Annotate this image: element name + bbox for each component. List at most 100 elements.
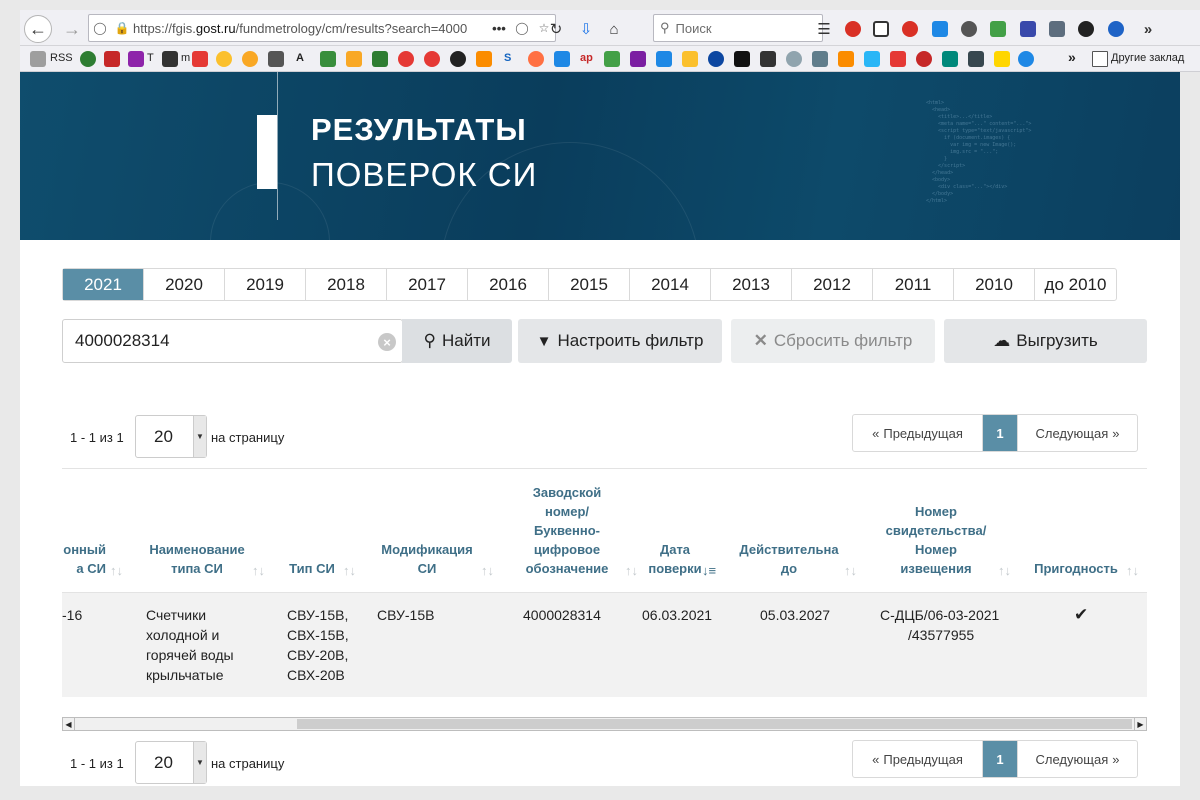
bookmark-icon[interactable]	[528, 51, 544, 67]
forward-button[interactable]: →	[58, 15, 86, 43]
tab-year-before-2010[interactable]: до 2010	[1035, 269, 1116, 300]
scrollbar-thumb[interactable]	[297, 719, 1132, 729]
chevron-down-icon[interactable]: ▼	[193, 416, 206, 457]
bookmark-icon[interactable]	[708, 51, 724, 67]
adblock-icon[interactable]	[902, 21, 918, 37]
bookmark-ap[interactable]: ap	[580, 52, 593, 64]
col-header-type-name[interactable]: Наименование типа СИ	[142, 540, 252, 578]
search-input-value[interactable]: 4000028314	[75, 331, 170, 351]
bookmark-icon[interactable]	[398, 51, 414, 67]
sort-icon[interactable]: ↑↓	[343, 563, 356, 578]
tab-year-2012[interactable]: 2012	[792, 269, 873, 300]
bookmark-icon[interactable]	[994, 51, 1010, 67]
bookmark-icon[interactable]	[80, 51, 96, 67]
bookmark-icon[interactable]	[268, 51, 284, 67]
bookmark-icon[interactable]	[734, 51, 750, 67]
tab-year-2010[interactable]: 2010	[954, 269, 1035, 300]
tab-year-2020[interactable]: 2020	[144, 269, 225, 300]
horizontal-scrollbar[interactable]: ◀ ▶	[62, 717, 1147, 731]
bookmark-icon[interactable]	[372, 51, 388, 67]
clear-search-icon[interactable]: ×	[378, 333, 396, 351]
bookmark-icon[interactable]	[812, 51, 828, 67]
scroll-left-icon[interactable]: ◀	[63, 718, 75, 730]
bookmark-icon[interactable]	[242, 51, 258, 67]
extension-icon[interactable]	[845, 21, 861, 37]
extension-icon[interactable]	[990, 21, 1006, 37]
bookmark-icon[interactable]	[162, 51, 178, 67]
tab-year-2018[interactable]: 2018	[306, 269, 387, 300]
tab-year-2015[interactable]: 2015	[549, 269, 630, 300]
export-button[interactable]: ☁ Выгрузить	[944, 319, 1147, 363]
search-input[interactable]: 4000028314 ×	[62, 319, 403, 363]
tab-year-2017[interactable]: 2017	[387, 269, 468, 300]
account-icon[interactable]	[1078, 21, 1094, 37]
sort-icon[interactable]: ↑↓	[110, 563, 123, 578]
col-header-serial-number[interactable]: Заводской номер/ Буквенно- цифровое обоз…	[514, 483, 620, 578]
extension-icon[interactable]	[1049, 21, 1065, 37]
shield-icon[interactable]: ◯	[89, 21, 111, 35]
bookmark-icon[interactable]	[1018, 51, 1034, 67]
tab-year-2014[interactable]: 2014	[630, 269, 711, 300]
bookmark-icon[interactable]	[682, 51, 698, 67]
tab-year-2021[interactable]: 2021	[63, 269, 144, 300]
sort-icon[interactable]: ↑↓	[252, 563, 265, 578]
overflow-menu-icon[interactable]: »	[1138, 19, 1158, 39]
sort-icon[interactable]: ↑↓	[1126, 563, 1139, 578]
find-button[interactable]: ⚲ Найти	[402, 319, 512, 363]
chevron-down-icon[interactable]: ▼	[193, 742, 206, 783]
bookmark-icon[interactable]	[864, 51, 880, 67]
bookmark-icon[interactable]	[630, 51, 646, 67]
sort-icon[interactable]: ↑↓	[625, 563, 638, 578]
bookmark-a[interactable]: A	[296, 52, 304, 64]
sort-icon[interactable]: ↑↓	[844, 563, 857, 578]
extension-icon[interactable]	[1020, 21, 1036, 37]
prev-page-button[interactable]: «Предыдущая	[853, 741, 983, 777]
library-icon[interactable]: ☰	[814, 19, 834, 39]
extension-icon[interactable]	[1108, 21, 1124, 37]
bookmark-icon[interactable]	[656, 51, 672, 67]
bookmark-other[interactable]: Другие заклад	[1111, 52, 1184, 64]
col-header-type[interactable]: Тип СИ	[282, 559, 342, 578]
folder-icon[interactable]	[30, 51, 46, 67]
bookmark-icon[interactable]	[916, 51, 932, 67]
col-header-reg-number[interactable]: онный а СИ	[62, 540, 106, 578]
bookmark-icon[interactable]	[128, 51, 144, 67]
lock-icon[interactable]: 🔒	[111, 21, 133, 35]
download-icon[interactable]: ⇩	[576, 19, 596, 39]
bookmark-icon[interactable]	[216, 51, 232, 67]
bookmark-icon[interactable]	[192, 51, 208, 67]
col-header-modification[interactable]: Модификация СИ	[374, 540, 480, 578]
sort-icon[interactable]: ↑↓	[998, 563, 1011, 578]
col-header-certificate-number[interactable]: Номер свидетельства/ Номер извещения	[874, 502, 998, 578]
page-number-button[interactable]: 1	[983, 741, 1017, 777]
pocket-icon[interactable]: ◯	[511, 21, 533, 35]
bookmark-icon[interactable]	[838, 51, 854, 67]
cell-certificate-number[interactable]: С-ДЦБ/06-03-2021 /43577955	[880, 605, 999, 645]
sort-desc-icon[interactable]: ↓≡	[702, 563, 716, 578]
browser-search-input[interactable]: ⚲ Поиск	[653, 14, 823, 42]
bookmark-t[interactable]: T	[147, 52, 154, 64]
extension-icon[interactable]	[961, 21, 977, 37]
scroll-right-icon[interactable]: ▶	[1134, 718, 1146, 730]
bookmark-icon[interactable]	[760, 51, 776, 67]
bookmark-icon[interactable]	[604, 51, 620, 67]
reload-icon[interactable]: ↻	[546, 19, 566, 39]
col-header-verification-date[interactable]: Дата поверки	[644, 540, 706, 578]
reader-icon[interactable]	[873, 21, 889, 37]
configure-filter-button[interactable]: ▼ Настроить фильтр	[518, 319, 722, 363]
per-page-select[interactable]: 20 ▼	[135, 415, 207, 458]
bookmark-icon[interactable]	[424, 51, 440, 67]
globe-icon[interactable]	[450, 51, 466, 67]
table-row[interactable]: -16 Счетчики холодной и горячей воды кры…	[62, 593, 1147, 697]
home-icon[interactable]: ⌂	[604, 19, 624, 39]
per-page-select-bottom[interactable]: 20 ▼	[135, 741, 207, 784]
sort-icon[interactable]: ↑↓	[481, 563, 494, 578]
folder-icon[interactable]	[1092, 51, 1108, 67]
col-header-valid-until[interactable]: Действительна до	[734, 540, 844, 578]
tab-year-2019[interactable]: 2019	[225, 269, 306, 300]
bookmark-icon[interactable]	[476, 51, 492, 67]
col-header-suitability[interactable]: Пригодность	[1030, 559, 1122, 578]
bookmark-s[interactable]: S	[504, 52, 511, 64]
url-text[interactable]: https://fgis.gost.ru/fundmetrology/cm/re…	[133, 21, 487, 36]
address-bar[interactable]: ◯ 🔒 https://fgis.gost.ru/fundmetrology/c…	[88, 14, 556, 42]
